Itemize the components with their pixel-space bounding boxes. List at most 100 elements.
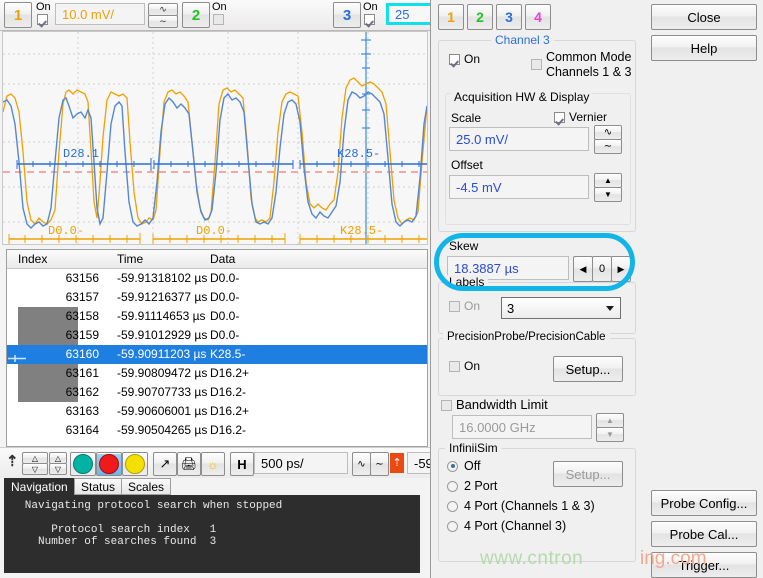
radio-icon[interactable] — [447, 481, 458, 492]
skew-reset-button[interactable]: 0 — [592, 256, 612, 282]
timebase-input[interactable]: 500 ps/ — [254, 452, 348, 474]
channel-group-title: Channel 3 — [491, 33, 554, 47]
offset-value-input[interactable]: -4.5 mV — [449, 175, 589, 199]
radio-icon[interactable] — [447, 521, 458, 532]
cell-data: D16.2+ — [210, 404, 249, 418]
probe-cal-button[interactable]: Probe Cal... — [651, 521, 757, 547]
table-row[interactable]: 63164-59.90504265 µsD16.2- — [7, 421, 427, 440]
skew-decrement-button[interactable]: ◀ — [573, 256, 593, 282]
labels-select[interactable]: 3 — [501, 297, 621, 319]
channel-2-on-checkbox[interactable] — [213, 14, 224, 25]
channel-1-on-checkbox[interactable] — [37, 14, 48, 25]
trigger-position-icon[interactable]: ⇡ — [390, 453, 404, 473]
scale-coarse-icon[interactable]: ∿ — [594, 125, 622, 140]
single-button[interactable] — [122, 452, 148, 476]
table-row[interactable]: 63162 -59.90707733 µsD16.2- — [7, 383, 427, 402]
autoscale-button[interactable]: ↗ — [153, 452, 177, 476]
dialog-tab-channel-1[interactable]: 1 — [438, 4, 464, 30]
cell-index: 63162 — [29, 385, 99, 399]
precision-probe-on-checkbox[interactable] — [449, 361, 460, 372]
channel-1-scale-input[interactable]: 10.0 mV/ — [55, 3, 145, 25]
table-row[interactable]: 63163-59.90606001 µsD16.2+ — [7, 402, 427, 421]
channel-3-on-checkbox[interactable] — [364, 14, 375, 25]
scroll-down-button[interactable]: ▽ — [22, 463, 48, 475]
table-row[interactable]: 63161-59.90809472 µsD16.2+ — [7, 364, 427, 383]
horizontal-button[interactable]: H — [230, 452, 254, 476]
nav-tab-scales[interactable]: Scales — [121, 478, 171, 495]
page-down-button[interactable]: ▽ — [49, 463, 67, 475]
help-button[interactable]: Help — [651, 35, 757, 61]
table-row[interactable]: 63158-59.91114653 µsD0.0- — [7, 307, 427, 326]
run-button[interactable] — [70, 452, 96, 476]
dialog-tab-channel-2[interactable]: 2 — [467, 4, 493, 30]
print-button[interactable]: 🖨 — [177, 452, 201, 476]
trigger-level-arrow-icon[interactable]: ⇡ — [6, 452, 19, 470]
vernier-checkbox[interactable] — [554, 112, 565, 123]
scale-value-input[interactable]: 25.0 mV/ — [449, 127, 589, 151]
channel-3-on-label: On — [363, 1, 378, 13]
infiniisim-setup-button[interactable]: Setup... — [553, 461, 623, 487]
bandwidth-limit-label: Bandwidth Limit — [456, 397, 548, 412]
cell-data: D0.0- — [210, 290, 239, 304]
table-body[interactable]: 63156-59.91318102 µsD0.0-63157-59.912163… — [7, 269, 427, 440]
cell-index: 63156 — [29, 271, 99, 285]
table-row[interactable]: 63160-59.90911203 µsK28.5- — [7, 345, 427, 364]
skew-increment-button[interactable]: ▶ — [611, 256, 631, 282]
bandwidth-down-button[interactable]: ▼ — [596, 427, 624, 442]
scale-fine-icon[interactable]: ∼ — [594, 139, 622, 154]
labels-on-checkbox[interactable] — [449, 301, 460, 312]
channel-3-scale-input[interactable]: 25 — [386, 3, 431, 25]
single-yellow-dot-icon — [125, 454, 145, 474]
common-mode-checkbox[interactable] — [531, 59, 542, 70]
nav-tab-status[interactable]: Status — [74, 478, 122, 495]
scope-bottom-toolbar: ⇡ △ ▽ △ ▽ ↗ 🖨 ☼ H 500 ps/ ∿ ∼ ⇡ -59.9 — [0, 447, 430, 478]
display-brightness-button[interactable]: ☼ — [201, 452, 225, 476]
protocol-results-table[interactable]: Index Time Data 63156-59.91318102 µsD0.0… — [6, 249, 428, 447]
timebase-coarse-icon[interactable]: ∿ — [352, 452, 371, 476]
dialog-tab-channel-3[interactable]: 3 — [496, 4, 522, 30]
precision-probe-setup-button[interactable]: Setup... — [553, 356, 623, 382]
cell-index: 63164 — [29, 423, 99, 437]
dialog-tab-channel-4[interactable]: 4 — [525, 4, 551, 30]
channel-3-button[interactable]: 3 — [333, 2, 361, 28]
navigation-tabs[interactable]: NavigationStatusScales — [4, 478, 426, 495]
decode-top-label-0: D28.1 — [63, 147, 99, 161]
radio-icon[interactable] — [447, 501, 458, 512]
channel-2-button[interactable]: 2 — [182, 2, 210, 28]
infiniisim-option-3[interactable]: 4 Port (Channel 3) — [447, 519, 566, 533]
waveform-display[interactable]: D28.1 K28.5- — [2, 31, 428, 245]
column-header-index: Index — [18, 252, 47, 266]
delay-input[interactable]: -59.9 — [407, 452, 431, 474]
table-row[interactable]: 63157-59.91216377 µsD0.0- — [7, 288, 427, 307]
channel-on-checkbox[interactable] — [449, 54, 460, 65]
bandwidth-up-button[interactable]: ▲ — [596, 413, 624, 428]
close-button[interactable]: Close — [651, 4, 757, 30]
radio-icon[interactable] — [447, 461, 458, 472]
infiniisim-option-0[interactable]: Off — [447, 459, 480, 473]
offset-down-button[interactable]: ▼ — [594, 187, 622, 202]
table-row[interactable]: 63156 -59.91318102 µsD0.0- — [7, 269, 427, 288]
cell-data: D0.0- — [210, 271, 239, 285]
cell-time: -59.91318102 µs — [117, 271, 207, 285]
infiniisim-option-1[interactable]: 2 Port — [447, 479, 497, 493]
probe-config-button[interactable]: Probe Config... — [651, 490, 757, 516]
table-row[interactable]: 63159-59.91012929 µsD0.0- — [7, 326, 427, 345]
vernier-label: Vernier — [569, 110, 607, 124]
infiniisim-option-label: 4 Port (Channel 3) — [464, 519, 566, 533]
channel-1-button[interactable]: 1 — [4, 2, 32, 28]
cell-data: D16.2- — [210, 385, 246, 399]
acquisition-title: Acquisition HW & Display — [451, 90, 592, 104]
navigation-panel: NavigationStatusScales Navigating protoc… — [4, 478, 426, 576]
timebase-fine-icon[interactable]: ∼ — [370, 452, 389, 476]
stop-button[interactable] — [96, 452, 122, 476]
infiniisim-option-2[interactable]: 4 Port (Channels 1 & 3) — [447, 499, 595, 513]
nav-tab-navigation[interactable]: Navigation — [4, 478, 75, 495]
dialog-side-buttons: CloseHelpProbe Config...Probe Cal...Trig… — [643, 0, 763, 578]
bandwidth-limit-checkbox[interactable] — [441, 400, 452, 411]
channel-1-coupling-ac-icon[interactable]: ∼ — [148, 15, 178, 28]
bandwidth-limit-input[interactable]: 16.0000 GHz — [452, 415, 592, 439]
column-header-data: Data — [210, 252, 235, 266]
offset-up-button[interactable]: ▲ — [594, 173, 622, 188]
decode-top-label-1: K28.5- — [337, 147, 380, 161]
cell-time: -59.90707733 µs — [117, 385, 207, 399]
